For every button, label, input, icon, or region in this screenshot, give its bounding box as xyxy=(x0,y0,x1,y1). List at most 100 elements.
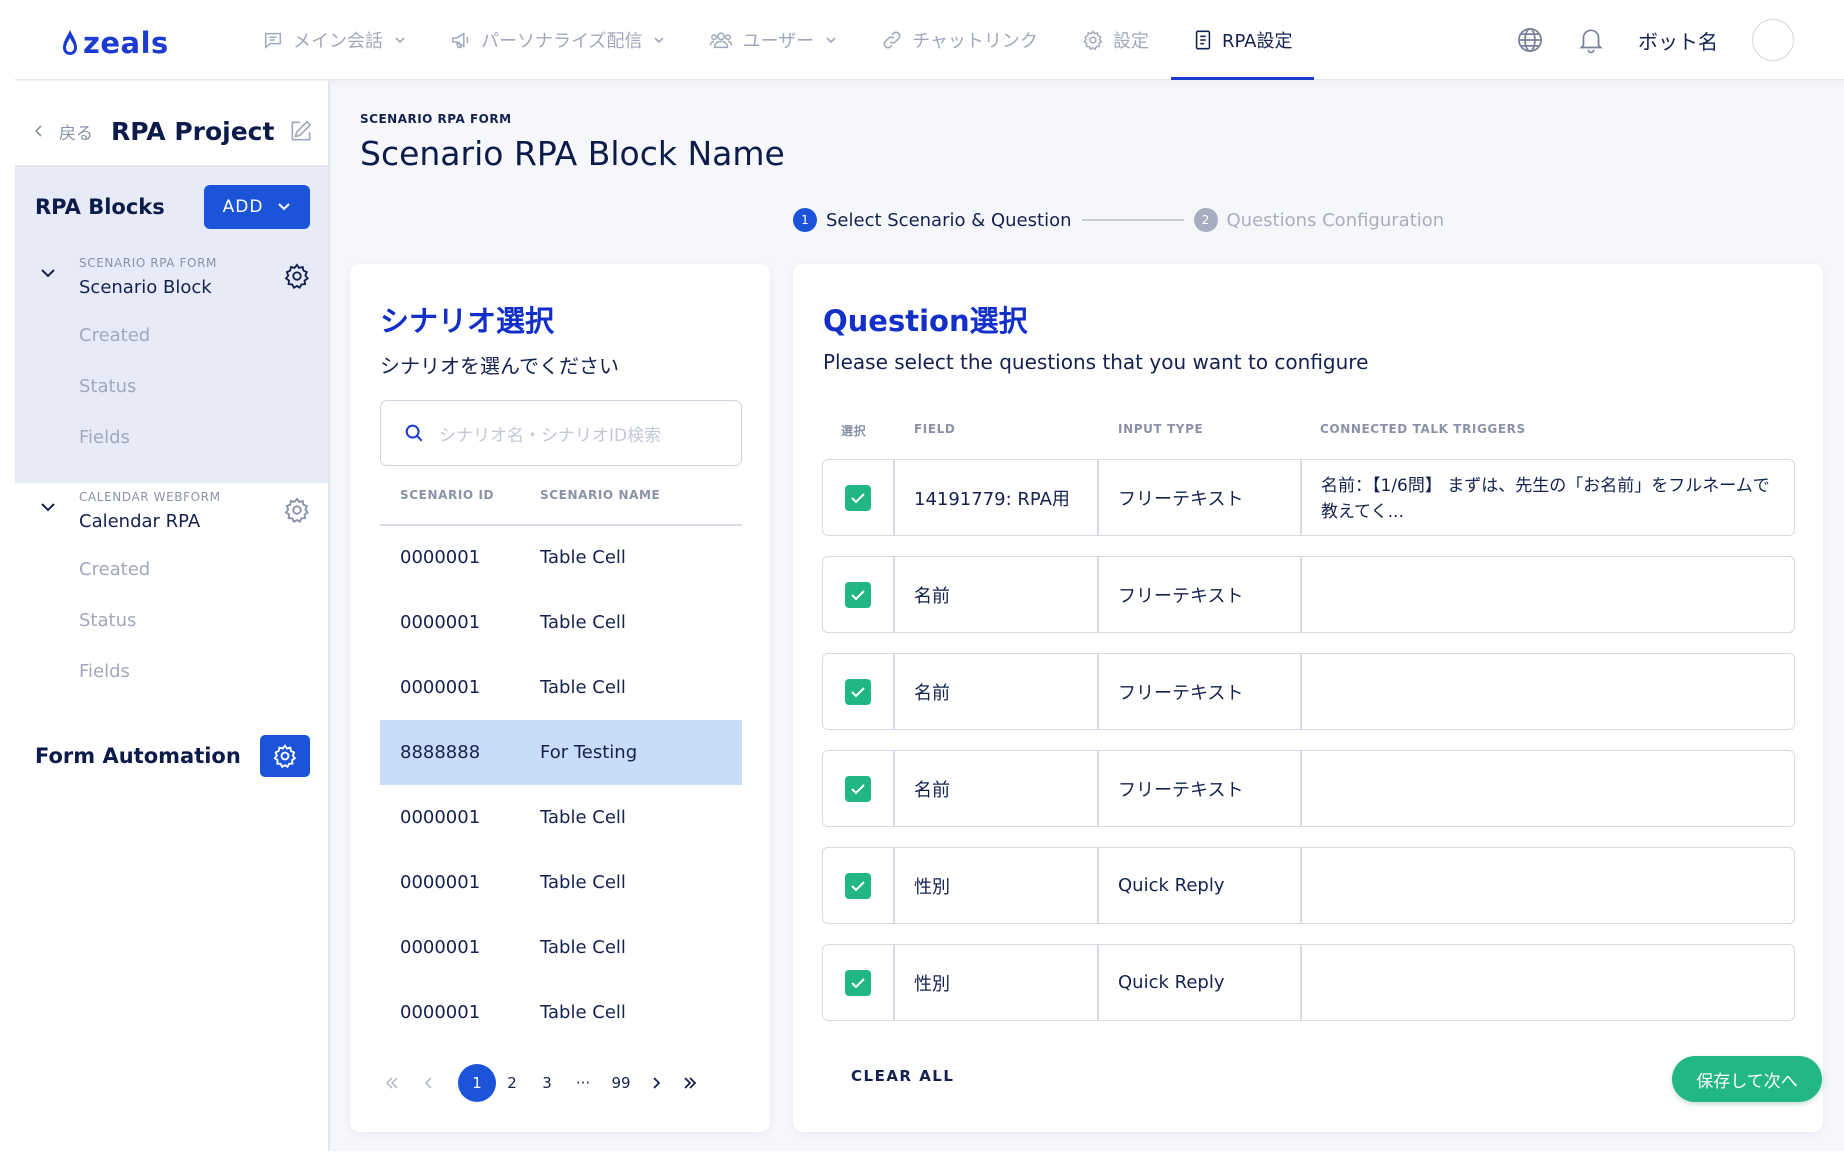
chat-icon xyxy=(264,32,282,49)
nav-rpa-settings[interactable]: RPA設定 xyxy=(1170,0,1315,80)
app-window: zeals メイン会話 パーソナライズ配信 ユーザー チャットリンク 設定 RP… xyxy=(15,0,1844,1151)
question-checkbox[interactable] xyxy=(845,776,871,802)
globe-icon[interactable] xyxy=(1516,26,1544,54)
scenario-id: 0000001 xyxy=(400,807,481,828)
nav-personalized-delivery[interactable]: パーソナライズ配信 xyxy=(428,0,687,80)
nav-main-conversation[interactable]: メイン会話 xyxy=(240,0,428,80)
rpa-block-name: Scenario Block xyxy=(79,277,212,298)
save-and-next-button[interactable]: 保存して次へ xyxy=(1672,1056,1822,1102)
question-trigger: 名前：【1/6問】 まずは、先生の「お名前」をフルネームで教えてく... xyxy=(1321,476,1770,522)
question-input-type: フリーテキスト xyxy=(1118,682,1244,704)
question-row[interactable]: 名前 フリーテキスト xyxy=(822,653,1795,730)
page-title: Scenario RPA Block Name xyxy=(360,134,785,173)
edit-icon[interactable] xyxy=(288,118,314,144)
step-number: 2 xyxy=(1193,208,1218,232)
last-page-button[interactable] xyxy=(678,1063,702,1103)
column-divider xyxy=(1300,945,1302,1020)
chevron-left-icon[interactable] xyxy=(33,124,45,138)
pagination: 1 2 3 ··· 99 xyxy=(380,1063,742,1103)
avatar[interactable] xyxy=(1752,19,1794,61)
gear-icon[interactable] xyxy=(283,496,311,524)
rpa-block-header[interactable]: CALENDAR WEBFORM Calendar RPA xyxy=(39,487,311,537)
nav-chat-link[interactable]: チャットリンク xyxy=(859,0,1060,80)
scenario-row[interactable]: 0000001 Table Cell xyxy=(380,980,742,1045)
question-row[interactable]: 性別 Quick Reply xyxy=(822,847,1795,924)
question-row[interactable]: 14191779: RPA用 フリーテキスト 名前：【1/6問】 まずは、先生の… xyxy=(822,459,1795,536)
question-card-title: Question選択 xyxy=(823,304,1028,338)
scenario-row[interactable]: 0000001 Table Cell xyxy=(380,590,742,655)
question-checkbox[interactable] xyxy=(845,679,871,705)
rpa-block-item-created[interactable]: Created xyxy=(79,559,150,580)
question-checkbox[interactable] xyxy=(845,873,871,899)
form-automation-title: Form Automation xyxy=(35,744,241,768)
back-row: 戻る RPA Project xyxy=(33,111,314,151)
breadcrumb: SCENARIO RPA FORM xyxy=(360,112,512,126)
nav-settings[interactable]: 設定 xyxy=(1060,0,1171,80)
question-row[interactable]: 名前 フリーテキスト xyxy=(822,556,1795,633)
column-header-scenario-name: SCENARIO NAME xyxy=(540,488,661,502)
scenario-row[interactable]: 0000001 Table Cell xyxy=(380,785,742,850)
chevron-down-icon[interactable] xyxy=(39,501,57,513)
bell-icon[interactable] xyxy=(1578,26,1604,54)
page-button-current[interactable]: 1 xyxy=(458,1064,496,1102)
scenario-name: Table Cell xyxy=(540,677,626,698)
gear-icon[interactable] xyxy=(283,262,311,290)
step-connector xyxy=(1081,219,1184,221)
scenario-search-input[interactable]: シナリオ名・シナリオID検索 xyxy=(380,400,742,466)
add-button[interactable]: ADD xyxy=(204,185,310,229)
column-divider xyxy=(893,945,895,1020)
logo[interactable]: zeals xyxy=(61,26,169,60)
users-icon xyxy=(710,32,733,49)
scenario-row[interactable]: 0000001 Table Cell xyxy=(380,655,742,720)
scenario-row[interactable]: 0000001 Table Cell xyxy=(380,915,742,980)
scenario-id: 0000001 xyxy=(400,677,481,698)
column-divider xyxy=(1300,557,1302,632)
first-page-button[interactable] xyxy=(380,1063,404,1103)
checkmark-icon xyxy=(851,881,865,892)
chevron-down-icon xyxy=(395,37,405,44)
step-number: 1 xyxy=(793,208,817,232)
rpa-block-item-status[interactable]: Status xyxy=(79,610,136,631)
scenario-row[interactable]: 0000001 Table Cell xyxy=(380,525,742,590)
column-header-scenario-id: SCENARIO ID xyxy=(400,488,495,502)
chevron-down-icon[interactable] xyxy=(39,267,57,279)
rpa-block-item-fields[interactable]: Fields xyxy=(79,427,130,448)
next-page-button[interactable] xyxy=(644,1063,668,1103)
column-divider xyxy=(1097,848,1099,923)
page-button[interactable]: 99 xyxy=(604,1063,638,1103)
scenario-row[interactable]: 0000001 Table Cell xyxy=(380,850,742,915)
scenario-id: 0000001 xyxy=(400,547,481,568)
scenario-id: 0000001 xyxy=(400,872,481,893)
rpa-block-header[interactable]: SCENARIO RPA FORM Scenario Block xyxy=(39,253,311,303)
nav-users[interactable]: ユーザー xyxy=(687,0,859,80)
back-link[interactable]: 戻る xyxy=(59,119,93,144)
bot-name[interactable]: ボット名 xyxy=(1638,26,1718,55)
question-row[interactable]: 性別 Quick Reply xyxy=(822,944,1795,1021)
question-field: 名前 xyxy=(914,779,950,801)
question-checkbox[interactable] xyxy=(845,970,871,996)
column-divider xyxy=(893,654,895,729)
link-icon xyxy=(883,31,901,49)
step-label[interactable]: Questions Configuration xyxy=(1227,210,1445,231)
chevron-down-icon xyxy=(278,203,291,211)
prev-page-button[interactable] xyxy=(417,1063,441,1103)
rpa-block-item-status[interactable]: Status xyxy=(79,376,136,397)
question-row[interactable]: 名前 フリーテキスト xyxy=(822,750,1795,827)
question-checkbox[interactable] xyxy=(845,485,871,511)
column-divider xyxy=(893,557,895,632)
rpa-block-item-fields[interactable]: Fields xyxy=(79,661,130,682)
form-automation-settings-button[interactable] xyxy=(260,735,310,777)
form-automation-row: Form Automation xyxy=(35,735,310,777)
scenario-card-subtitle: シナリオを選んでください xyxy=(380,354,619,378)
scenario-row-selected[interactable]: 8888888 For Testing xyxy=(380,720,742,785)
rpa-block-item-created[interactable]: Created xyxy=(79,325,150,346)
step-label[interactable]: Select Scenario & Question xyxy=(826,210,1072,231)
rpa-block-kind: SCENARIO RPA FORM xyxy=(79,256,217,270)
question-checkbox[interactable] xyxy=(845,582,871,608)
document-icon xyxy=(1195,30,1211,50)
checkmark-icon xyxy=(851,978,865,989)
page-button[interactable]: 3 xyxy=(535,1063,559,1103)
clear-all-button[interactable]: CLEAR ALL xyxy=(851,1067,954,1085)
column-divider xyxy=(1300,460,1302,535)
page-button[interactable]: 2 xyxy=(500,1063,524,1103)
